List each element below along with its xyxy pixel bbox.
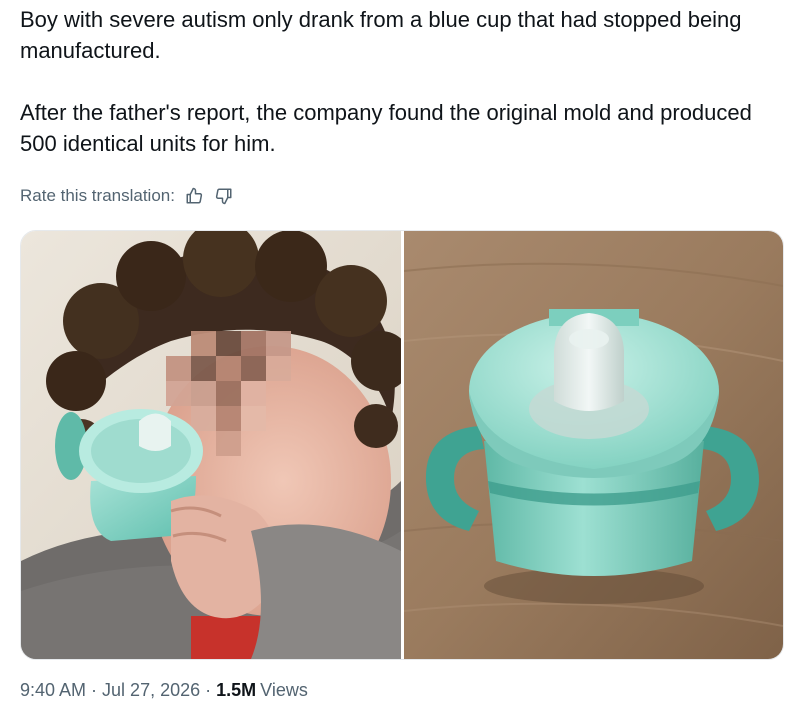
meta-separator-2: · [205, 680, 212, 700]
meta-separator-1: · [91, 680, 98, 700]
tweet-meta-row: 9:40 AM · Jul 27, 2026 · 1.5M Views [20, 680, 308, 701]
rate-translation-label: Rate this translation: [20, 186, 175, 205]
thumbs-up-icon[interactable] [183, 185, 205, 207]
rate-translation-row: Rate this translation: [20, 183, 243, 209]
photo-teal-sippy-cup[interactable] [404, 231, 783, 659]
tweet-media[interactable] [20, 230, 784, 660]
thumbs-down-icon[interactable] [213, 185, 235, 207]
views-count: 1.5M [216, 680, 257, 700]
views-label: Views [260, 680, 308, 700]
tweet-date[interactable]: Jul 27, 2026 [102, 680, 200, 701]
photo-boy-with-cup[interactable] [21, 231, 401, 659]
tweet-text-paragraph-1: Boy with severe autism only drank from a… [20, 7, 742, 63]
tweet-text: Boy with severe autism only drank from a… [20, 4, 780, 159]
tweet-text-paragraph-2: After the father's report, the company f… [20, 100, 752, 156]
tweet-time[interactable]: 9:40 AM [20, 680, 86, 701]
